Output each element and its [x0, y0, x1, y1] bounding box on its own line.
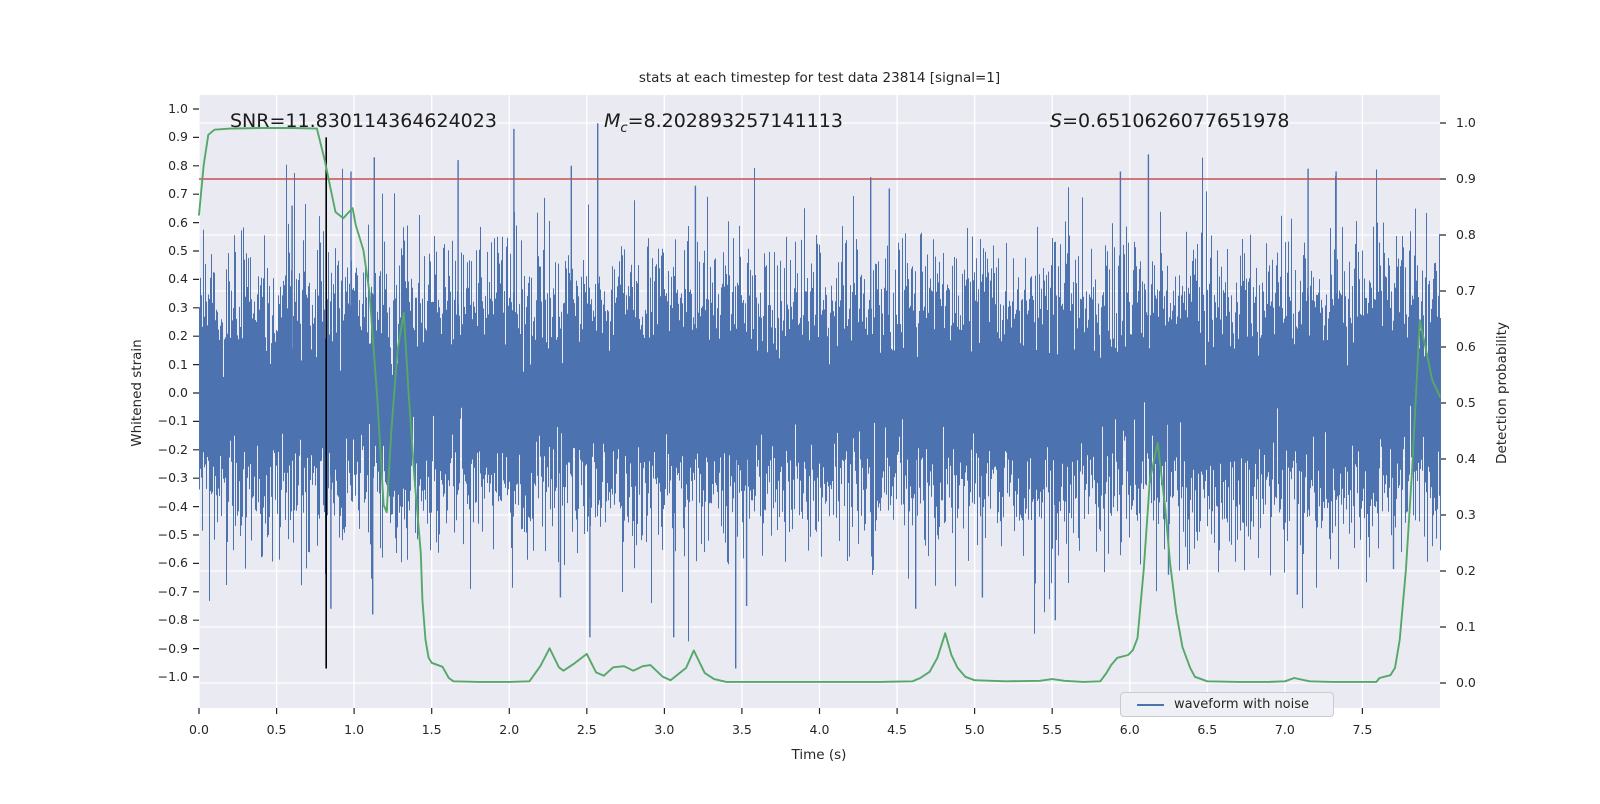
tick-label: 0.0 — [168, 385, 188, 400]
tick-label: 0.7 — [1456, 283, 1476, 298]
legend-line-sample — [1137, 703, 1164, 706]
tick-label: 4.5 — [887, 722, 907, 737]
tick-label: −0.8 — [157, 612, 188, 628]
tick-label: 0.5 — [168, 243, 188, 258]
tick-label: 0.8 — [168, 157, 188, 173]
figure: stats at each timestep for test data 238… — [0, 0, 1600, 800]
tick-label: −0.7 — [157, 583, 188, 599]
tick-label: −1.0 — [157, 669, 188, 684]
tick-label: −0.3 — [157, 470, 188, 486]
tick-label: 0.1 — [1456, 619, 1476, 634]
annotation-s-stat: S=0.6510626077651978 — [1050, 110, 1290, 132]
tick-label: 5.0 — [964, 722, 985, 737]
tick-label: 1.0 — [168, 101, 188, 116]
tick-label: 1.0 — [344, 722, 365, 737]
tick-label: 0.9 — [168, 129, 188, 145]
tick-label: 0.6 — [1456, 339, 1476, 354]
annotation-mc-subscript: c — [620, 120, 628, 136]
tick-label: 1.0 — [1456, 115, 1476, 130]
annotation-mc-value: =8.202893257141113 — [627, 110, 843, 132]
tick-label: 0.2 — [168, 328, 188, 344]
tick-label: 0.2 — [1456, 563, 1476, 578]
annotation-s-symbol: S — [1050, 110, 1063, 132]
tick-label: 4.0 — [809, 722, 830, 737]
tick-label: 6.5 — [1197, 722, 1218, 737]
tick-label: −0.1 — [157, 413, 188, 429]
x-axis-label: Time (s) — [791, 747, 847, 763]
tick-label: 2.0 — [499, 722, 520, 737]
tick-label: 3.5 — [731, 722, 752, 737]
tick-label: 0.7 — [168, 186, 188, 202]
legend: waveform with noise — [1120, 692, 1334, 717]
tick-label: 0.1 — [168, 356, 188, 372]
annotation-snr: SNR=11.830114364624023 — [230, 110, 497, 132]
tick-label: 5.5 — [1042, 722, 1063, 737]
tick-label: 7.5 — [1352, 722, 1373, 737]
tick-label: 0.3 — [1456, 507, 1476, 522]
annotation-mc-symbol: M — [604, 110, 621, 132]
tick-label: 1.5 — [421, 722, 442, 737]
tick-label: −0.4 — [157, 498, 188, 514]
tick-label: 0.3 — [168, 299, 188, 315]
tick-label: 0.6 — [168, 214, 188, 230]
tick-label: 0.8 — [1456, 227, 1476, 242]
tick-label: 2.5 — [576, 722, 597, 737]
tick-label: 6.0 — [1119, 722, 1140, 737]
annotation-chirp-mass: Mc=8.202893257141113 — [604, 110, 843, 136]
tick-label: 0.5 — [266, 722, 287, 737]
tick-label: −0.6 — [157, 555, 188, 571]
tick-label: 0.5 — [1456, 395, 1476, 410]
tick-label: 0.9 — [1456, 171, 1476, 186]
tick-label: 0.0 — [1456, 675, 1476, 690]
annotation-s-value: =0.6510626077651978 — [1062, 110, 1290, 132]
tick-label: −0.2 — [157, 441, 188, 457]
tick-label: 0.4 — [1456, 451, 1476, 466]
chart-title: stats at each timestep for test data 238… — [638, 70, 1001, 86]
tick-label: 0.4 — [168, 271, 188, 287]
legend-label: waveform with noise — [1174, 697, 1310, 712]
tick-label: 3.0 — [654, 722, 675, 737]
tick-label: 0.0 — [189, 722, 209, 737]
tick-label: 7.0 — [1274, 722, 1295, 737]
tick-label: −0.9 — [157, 640, 188, 656]
tick-label: −0.5 — [157, 527, 188, 542]
